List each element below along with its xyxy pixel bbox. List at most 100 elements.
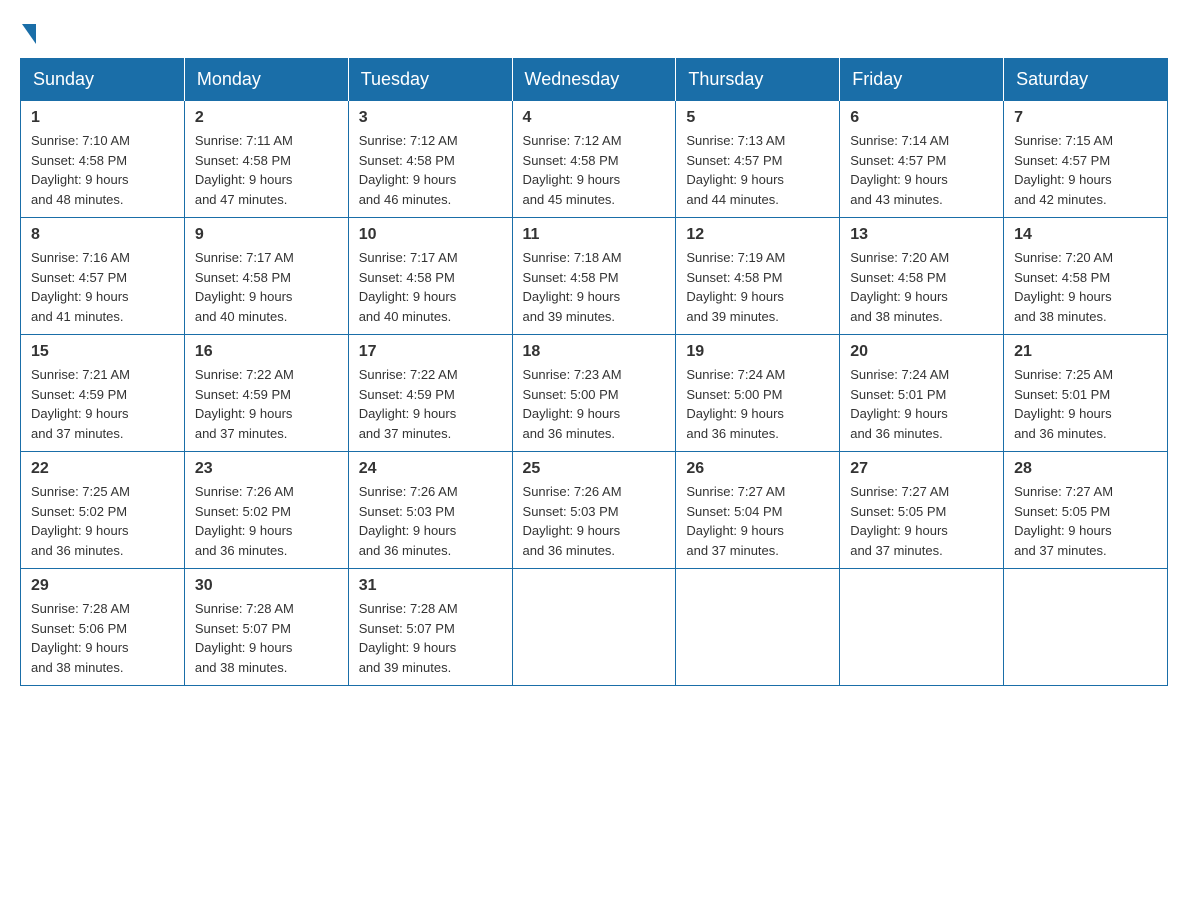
day-info: Sunrise: 7:21 AM Sunset: 4:59 PM Dayligh… bbox=[31, 365, 174, 443]
day-number: 13 bbox=[850, 226, 993, 244]
calendar-cell: 23 Sunrise: 7:26 AM Sunset: 5:02 PM Dayl… bbox=[184, 452, 348, 569]
weekday-header-friday: Friday bbox=[840, 59, 1004, 101]
calendar-cell: 11 Sunrise: 7:18 AM Sunset: 4:58 PM Dayl… bbox=[512, 218, 676, 335]
day-info: Sunrise: 7:12 AM Sunset: 4:58 PM Dayligh… bbox=[359, 131, 502, 209]
day-number: 16 bbox=[195, 343, 338, 361]
calendar-cell: 17 Sunrise: 7:22 AM Sunset: 4:59 PM Dayl… bbox=[348, 335, 512, 452]
day-number: 18 bbox=[523, 343, 666, 361]
weekday-header-sunday: Sunday bbox=[21, 59, 185, 101]
day-number: 3 bbox=[359, 109, 502, 127]
calendar-week-4: 22 Sunrise: 7:25 AM Sunset: 5:02 PM Dayl… bbox=[21, 452, 1168, 569]
day-info: Sunrise: 7:27 AM Sunset: 5:04 PM Dayligh… bbox=[686, 482, 829, 560]
day-number: 9 bbox=[195, 226, 338, 244]
day-info: Sunrise: 7:26 AM Sunset: 5:03 PM Dayligh… bbox=[523, 482, 666, 560]
day-number: 22 bbox=[31, 460, 174, 478]
day-number: 23 bbox=[195, 460, 338, 478]
day-info: Sunrise: 7:20 AM Sunset: 4:58 PM Dayligh… bbox=[1014, 248, 1157, 326]
calendar-week-5: 29 Sunrise: 7:28 AM Sunset: 5:06 PM Dayl… bbox=[21, 569, 1168, 686]
weekday-header-tuesday: Tuesday bbox=[348, 59, 512, 101]
calendar-cell: 15 Sunrise: 7:21 AM Sunset: 4:59 PM Dayl… bbox=[21, 335, 185, 452]
day-number: 2 bbox=[195, 109, 338, 127]
calendar-table: SundayMondayTuesdayWednesdayThursdayFrid… bbox=[20, 58, 1168, 686]
day-info: Sunrise: 7:24 AM Sunset: 5:01 PM Dayligh… bbox=[850, 365, 993, 443]
day-info: Sunrise: 7:22 AM Sunset: 4:59 PM Dayligh… bbox=[359, 365, 502, 443]
weekday-header-saturday: Saturday bbox=[1004, 59, 1168, 101]
calendar-cell: 5 Sunrise: 7:13 AM Sunset: 4:57 PM Dayli… bbox=[676, 101, 840, 218]
calendar-week-1: 1 Sunrise: 7:10 AM Sunset: 4:58 PM Dayli… bbox=[21, 101, 1168, 218]
day-info: Sunrise: 7:11 AM Sunset: 4:58 PM Dayligh… bbox=[195, 131, 338, 209]
day-info: Sunrise: 7:24 AM Sunset: 5:00 PM Dayligh… bbox=[686, 365, 829, 443]
calendar-cell bbox=[840, 569, 1004, 686]
day-info: Sunrise: 7:22 AM Sunset: 4:59 PM Dayligh… bbox=[195, 365, 338, 443]
day-number: 24 bbox=[359, 460, 502, 478]
day-info: Sunrise: 7:27 AM Sunset: 5:05 PM Dayligh… bbox=[850, 482, 993, 560]
day-info: Sunrise: 7:20 AM Sunset: 4:58 PM Dayligh… bbox=[850, 248, 993, 326]
calendar-cell: 16 Sunrise: 7:22 AM Sunset: 4:59 PM Dayl… bbox=[184, 335, 348, 452]
calendar-cell bbox=[512, 569, 676, 686]
weekday-header-monday: Monday bbox=[184, 59, 348, 101]
day-number: 12 bbox=[686, 226, 829, 244]
day-info: Sunrise: 7:28 AM Sunset: 5:07 PM Dayligh… bbox=[195, 599, 338, 677]
weekday-header-wednesday: Wednesday bbox=[512, 59, 676, 101]
day-info: Sunrise: 7:26 AM Sunset: 5:02 PM Dayligh… bbox=[195, 482, 338, 560]
day-info: Sunrise: 7:28 AM Sunset: 5:06 PM Dayligh… bbox=[31, 599, 174, 677]
day-number: 7 bbox=[1014, 109, 1157, 127]
calendar-cell: 28 Sunrise: 7:27 AM Sunset: 5:05 PM Dayl… bbox=[1004, 452, 1168, 569]
day-number: 30 bbox=[195, 577, 338, 595]
calendar-cell: 1 Sunrise: 7:10 AM Sunset: 4:58 PM Dayli… bbox=[21, 101, 185, 218]
day-number: 15 bbox=[31, 343, 174, 361]
day-info: Sunrise: 7:19 AM Sunset: 4:58 PM Dayligh… bbox=[686, 248, 829, 326]
day-info: Sunrise: 7:26 AM Sunset: 5:03 PM Dayligh… bbox=[359, 482, 502, 560]
calendar-cell: 18 Sunrise: 7:23 AM Sunset: 5:00 PM Dayl… bbox=[512, 335, 676, 452]
day-info: Sunrise: 7:27 AM Sunset: 5:05 PM Dayligh… bbox=[1014, 482, 1157, 560]
calendar-cell: 20 Sunrise: 7:24 AM Sunset: 5:01 PM Dayl… bbox=[840, 335, 1004, 452]
day-info: Sunrise: 7:14 AM Sunset: 4:57 PM Dayligh… bbox=[850, 131, 993, 209]
calendar-cell: 27 Sunrise: 7:27 AM Sunset: 5:05 PM Dayl… bbox=[840, 452, 1004, 569]
day-number: 28 bbox=[1014, 460, 1157, 478]
day-number: 5 bbox=[686, 109, 829, 127]
day-number: 29 bbox=[31, 577, 174, 595]
day-info: Sunrise: 7:17 AM Sunset: 4:58 PM Dayligh… bbox=[195, 248, 338, 326]
calendar-cell: 30 Sunrise: 7:28 AM Sunset: 5:07 PM Dayl… bbox=[184, 569, 348, 686]
calendar-cell: 3 Sunrise: 7:12 AM Sunset: 4:58 PM Dayli… bbox=[348, 101, 512, 218]
day-info: Sunrise: 7:25 AM Sunset: 5:02 PM Dayligh… bbox=[31, 482, 174, 560]
logo bbox=[20, 20, 38, 40]
calendar-cell: 21 Sunrise: 7:25 AM Sunset: 5:01 PM Dayl… bbox=[1004, 335, 1168, 452]
calendar-cell: 7 Sunrise: 7:15 AM Sunset: 4:57 PM Dayli… bbox=[1004, 101, 1168, 218]
day-number: 8 bbox=[31, 226, 174, 244]
day-number: 11 bbox=[523, 226, 666, 244]
calendar-cell: 22 Sunrise: 7:25 AM Sunset: 5:02 PM Dayl… bbox=[21, 452, 185, 569]
day-info: Sunrise: 7:28 AM Sunset: 5:07 PM Dayligh… bbox=[359, 599, 502, 677]
calendar-week-2: 8 Sunrise: 7:16 AM Sunset: 4:57 PM Dayli… bbox=[21, 218, 1168, 335]
calendar-cell: 29 Sunrise: 7:28 AM Sunset: 5:06 PM Dayl… bbox=[21, 569, 185, 686]
day-number: 14 bbox=[1014, 226, 1157, 244]
day-info: Sunrise: 7:23 AM Sunset: 5:00 PM Dayligh… bbox=[523, 365, 666, 443]
day-number: 27 bbox=[850, 460, 993, 478]
calendar-cell: 10 Sunrise: 7:17 AM Sunset: 4:58 PM Dayl… bbox=[348, 218, 512, 335]
calendar-cell bbox=[676, 569, 840, 686]
day-number: 17 bbox=[359, 343, 502, 361]
calendar-cell: 8 Sunrise: 7:16 AM Sunset: 4:57 PM Dayli… bbox=[21, 218, 185, 335]
calendar-cell: 6 Sunrise: 7:14 AM Sunset: 4:57 PM Dayli… bbox=[840, 101, 1004, 218]
day-number: 25 bbox=[523, 460, 666, 478]
calendar-cell: 4 Sunrise: 7:12 AM Sunset: 4:58 PM Dayli… bbox=[512, 101, 676, 218]
calendar-cell: 12 Sunrise: 7:19 AM Sunset: 4:58 PM Dayl… bbox=[676, 218, 840, 335]
day-info: Sunrise: 7:13 AM Sunset: 4:57 PM Dayligh… bbox=[686, 131, 829, 209]
day-number: 19 bbox=[686, 343, 829, 361]
day-info: Sunrise: 7:17 AM Sunset: 4:58 PM Dayligh… bbox=[359, 248, 502, 326]
logo-arrow-icon bbox=[22, 24, 36, 44]
page-header bbox=[20, 20, 1168, 40]
calendar-cell bbox=[1004, 569, 1168, 686]
weekday-header-thursday: Thursday bbox=[676, 59, 840, 101]
calendar-cell: 13 Sunrise: 7:20 AM Sunset: 4:58 PM Dayl… bbox=[840, 218, 1004, 335]
day-number: 10 bbox=[359, 226, 502, 244]
calendar-cell: 2 Sunrise: 7:11 AM Sunset: 4:58 PM Dayli… bbox=[184, 101, 348, 218]
day-number: 31 bbox=[359, 577, 502, 595]
weekday-header-row: SundayMondayTuesdayWednesdayThursdayFrid… bbox=[21, 59, 1168, 101]
day-number: 21 bbox=[1014, 343, 1157, 361]
day-info: Sunrise: 7:18 AM Sunset: 4:58 PM Dayligh… bbox=[523, 248, 666, 326]
calendar-week-3: 15 Sunrise: 7:21 AM Sunset: 4:59 PM Dayl… bbox=[21, 335, 1168, 452]
day-info: Sunrise: 7:15 AM Sunset: 4:57 PM Dayligh… bbox=[1014, 131, 1157, 209]
day-number: 1 bbox=[31, 109, 174, 127]
calendar-cell: 24 Sunrise: 7:26 AM Sunset: 5:03 PM Dayl… bbox=[348, 452, 512, 569]
